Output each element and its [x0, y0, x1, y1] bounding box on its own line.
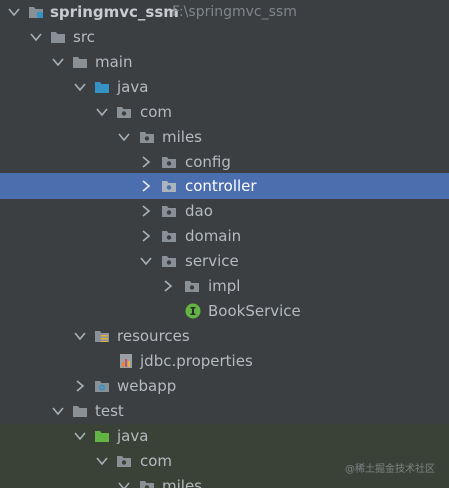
properties-file-icon — [118, 353, 134, 369]
tree-label: webapp — [117, 377, 177, 395]
tree-row-com[interactable]: com — [0, 100, 449, 125]
tree-label: java — [117, 427, 149, 445]
tree-label: impl — [208, 277, 241, 295]
chevron-down-icon[interactable] — [74, 330, 86, 342]
tree-label: controller — [185, 177, 257, 195]
tree-label: BookService — [208, 302, 301, 320]
package-icon — [161, 154, 177, 170]
chevron-down-icon[interactable] — [118, 131, 130, 143]
tree-label: service — [185, 252, 239, 270]
tree-label: config — [185, 153, 231, 171]
tree-label: com — [140, 452, 173, 470]
test-source-folder-icon — [94, 428, 110, 444]
package-icon — [161, 253, 177, 269]
tree-label: test — [95, 402, 124, 420]
tree-label: domain — [185, 227, 242, 245]
tree-row-domain[interactable]: domain — [0, 224, 449, 249]
tree-row-resources[interactable]: resources — [0, 324, 449, 349]
tree-row-jdbc-properties[interactable]: jdbc.properties — [0, 349, 449, 374]
project-path: F:\springmvc_ssm — [172, 4, 297, 20]
module-folder-icon — [28, 4, 44, 20]
tree-label: resources — [117, 327, 190, 345]
package-icon — [184, 278, 200, 294]
tree-row-miles[interactable]: miles — [0, 125, 449, 150]
chevron-right-icon[interactable] — [140, 180, 152, 192]
web-folder-icon — [94, 378, 110, 394]
tree-label: dao — [185, 202, 213, 220]
folder-icon — [50, 29, 66, 45]
tree-row-webapp[interactable]: webapp — [0, 374, 449, 399]
chevron-down-icon[interactable] — [118, 480, 130, 488]
chevron-right-icon[interactable] — [74, 380, 86, 392]
source-folder-icon — [94, 79, 110, 95]
project-tree: springmvc_ssm F:\springmvc_ssm src main … — [0, 0, 449, 488]
chevron-down-icon[interactable] — [96, 106, 108, 118]
tree-row-java[interactable]: java — [0, 75, 449, 100]
package-icon — [116, 453, 132, 469]
chevron-down-icon[interactable] — [140, 255, 152, 267]
tree-row-test-java[interactable]: java — [0, 424, 449, 449]
tree-label: main — [95, 53, 133, 71]
tree-row-project[interactable]: springmvc_ssm F:\springmvc_ssm — [0, 0, 449, 25]
folder-icon — [72, 54, 88, 70]
tree-label: miles — [162, 128, 202, 146]
tree-label: jdbc.properties — [140, 352, 253, 370]
tree-row-bookservice[interactable]: BookService — [0, 299, 449, 324]
chevron-down-icon[interactable] — [52, 56, 64, 68]
watermark: @稀土掘金技术社区 — [345, 464, 435, 475]
package-icon — [161, 228, 177, 244]
tree-row-main[interactable]: main — [0, 50, 449, 75]
tree-row-test-miles[interactable]: miles — [0, 474, 449, 488]
tree-row-service[interactable]: service — [0, 249, 449, 274]
tree-row-config[interactable]: config — [0, 150, 449, 175]
tree-label: src — [73, 28, 95, 46]
chevron-right-icon[interactable] — [140, 156, 152, 168]
chevron-down-icon[interactable] — [30, 31, 42, 43]
chevron-right-icon[interactable] — [162, 280, 174, 292]
package-icon — [139, 478, 155, 488]
interface-icon — [185, 303, 201, 319]
tree-row-impl[interactable]: impl — [0, 274, 449, 299]
chevron-down-icon[interactable] — [74, 81, 86, 93]
chevron-down-icon[interactable] — [96, 455, 108, 467]
tree-label: com — [140, 103, 173, 121]
tree-row-src[interactable]: src — [0, 25, 449, 50]
folder-icon — [72, 403, 88, 419]
tree-label: miles — [162, 477, 202, 488]
tree-label: java — [117, 78, 149, 96]
chevron-down-icon[interactable] — [8, 6, 20, 18]
project-name: springmvc_ssm — [50, 3, 179, 21]
tree-row-test[interactable]: test — [0, 399, 449, 424]
chevron-right-icon[interactable] — [140, 230, 152, 242]
chevron-down-icon[interactable] — [74, 430, 86, 442]
package-icon — [161, 203, 177, 219]
chevron-right-icon[interactable] — [140, 205, 152, 217]
package-icon — [139, 129, 155, 145]
resources-folder-icon — [94, 328, 110, 344]
chevron-down-icon[interactable] — [52, 405, 64, 417]
package-icon — [116, 104, 132, 120]
tree-row-controller[interactable]: controller — [0, 173, 449, 199]
tree-row-dao[interactable]: dao — [0, 199, 449, 224]
package-icon — [161, 178, 177, 194]
